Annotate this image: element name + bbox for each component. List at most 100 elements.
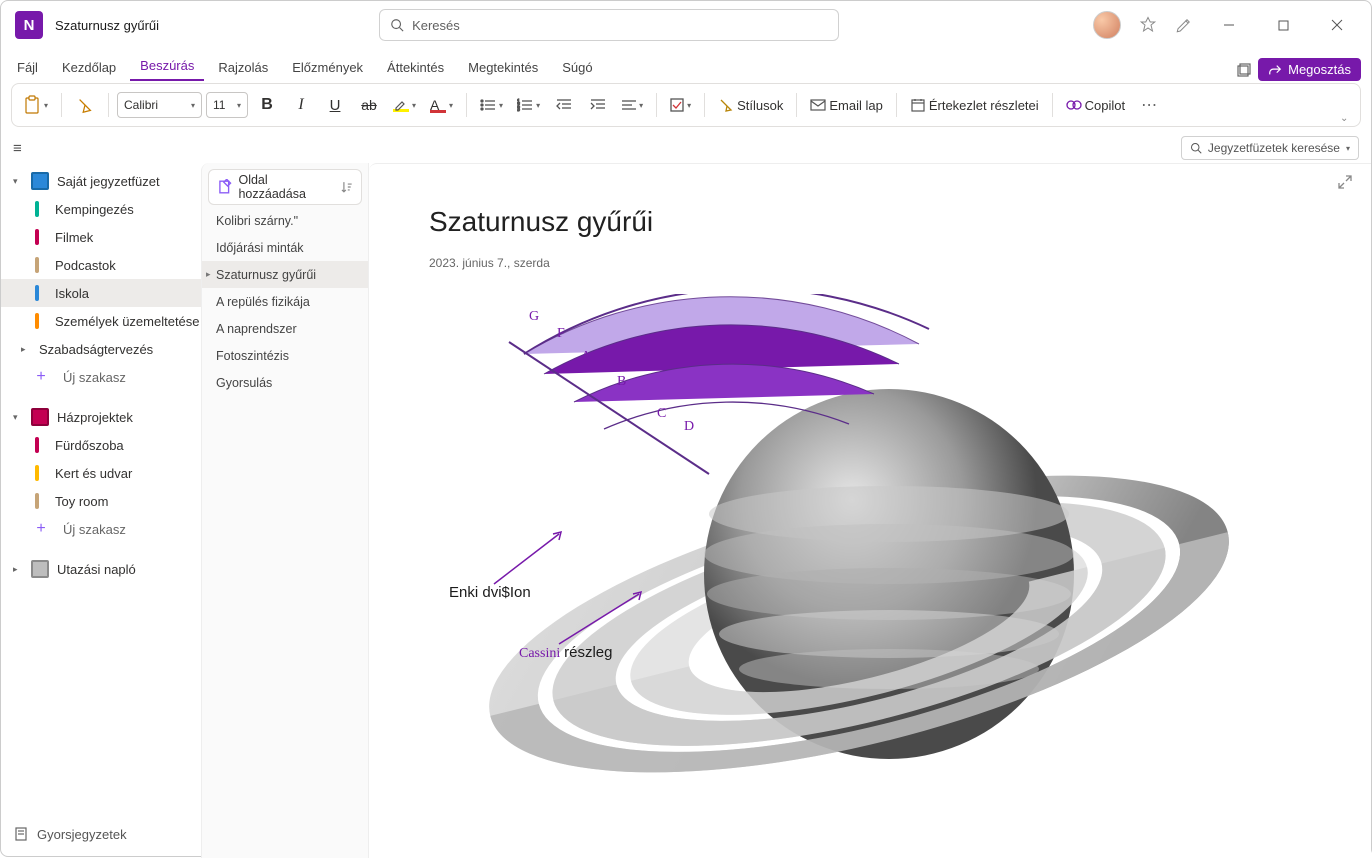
- email-label: Email lap: [829, 98, 882, 113]
- font-size-select[interactable]: 11▾: [206, 92, 248, 118]
- annotation-cassini-text: részleg: [564, 644, 612, 661]
- section-label: Fürdőszoba: [55, 438, 124, 453]
- tab-insert[interactable]: Beszúrás: [130, 54, 204, 81]
- section-item[interactable]: Toy room: [1, 487, 201, 515]
- page-item[interactable]: Időjárási minták: [202, 234, 368, 261]
- ring-label-f: F: [557, 326, 565, 342]
- nav-toggle-icon[interactable]: ≡: [13, 140, 22, 157]
- tab-home[interactable]: Kezdőlap: [52, 56, 126, 81]
- numbering-button[interactable]: 123▾: [512, 90, 545, 120]
- doc-title: Szaturnusz gyűrűi: [55, 18, 159, 33]
- highlight-color-button[interactable]: ▾: [388, 90, 421, 120]
- tab-review[interactable]: Áttekintés: [377, 56, 454, 81]
- ring-label-a: A: [581, 349, 591, 365]
- window-close[interactable]: [1319, 7, 1355, 43]
- font-name-select[interactable]: Calibri▾: [117, 92, 202, 118]
- app-icon: N: [15, 11, 43, 39]
- search-box[interactable]: Keresés: [379, 9, 839, 41]
- notebook-label: Saját jegyzetfüzet: [57, 174, 160, 189]
- section-group-item[interactable]: ▸Szabadságtervezés: [1, 335, 201, 363]
- chevron-down-icon: ▾: [13, 176, 23, 187]
- outdent-button[interactable]: [549, 90, 579, 120]
- notebook-item[interactable]: ▾ Házprojektek: [1, 403, 201, 431]
- meeting-label: Értekezlet részletei: [929, 98, 1039, 113]
- notebook-item[interactable]: ▸ Utazási napló: [1, 555, 201, 583]
- align-button[interactable]: ▾: [617, 90, 648, 120]
- section-label: Iskola: [55, 286, 89, 301]
- section-item[interactable]: Podcastok: [1, 251, 201, 279]
- format-painter-button[interactable]: [70, 90, 100, 120]
- font-color-button[interactable]: A▾: [425, 90, 458, 120]
- italic-button[interactable]: I: [286, 90, 316, 120]
- copilot-button[interactable]: Copilot: [1061, 90, 1130, 120]
- premium-icon[interactable]: [1139, 16, 1157, 34]
- window-maximize[interactable]: [1265, 7, 1301, 43]
- bold-button[interactable]: B: [252, 90, 282, 120]
- new-section-label: Új szakasz: [63, 370, 126, 385]
- ring-label-c: C: [657, 406, 666, 422]
- sort-icon[interactable]: [341, 180, 353, 194]
- search-placeholder: Keresés: [412, 18, 460, 33]
- page-item[interactable]: ▸Szaturnusz gyűrűi: [202, 261, 368, 288]
- tab-file[interactable]: Fájl: [7, 56, 48, 81]
- page-label: Kolibri szárny.": [216, 214, 298, 228]
- quick-notes-icon: [13, 826, 29, 842]
- page-item[interactable]: Gyorsulás: [202, 369, 368, 396]
- note-date: 2023. június 7., szerda: [429, 256, 550, 270]
- page-label: Fotoszintézis: [216, 349, 289, 363]
- new-section-button[interactable]: +Új szakasz: [1, 515, 201, 543]
- share-label: Megosztás: [1288, 62, 1351, 77]
- email-page-button[interactable]: Email lap: [805, 90, 887, 120]
- tab-draw[interactable]: Rajzolás: [208, 56, 278, 81]
- section-label: Toy room: [55, 494, 108, 509]
- new-section-button[interactable]: + Új szakasz: [1, 363, 201, 391]
- underline-button[interactable]: U: [320, 90, 350, 120]
- plus-icon: +: [35, 520, 47, 538]
- todo-tag-button[interactable]: ▾: [665, 90, 696, 120]
- chevron-down-icon: ▾: [13, 412, 23, 423]
- page-item[interactable]: Fotoszintézis: [202, 342, 368, 369]
- add-page-button[interactable]: Oldal hozzáadása: [208, 169, 362, 205]
- open-window-icon[interactable]: [1236, 62, 1252, 78]
- section-item[interactable]: Kert és udvar: [1, 459, 201, 487]
- annotation-cassini-script: Cassini: [519, 646, 560, 661]
- notebook-item[interactable]: ▾ Saját jegyzetfüzet: [1, 167, 201, 195]
- page-label: A naprendszer: [216, 322, 297, 336]
- share-button[interactable]: Megosztás: [1258, 58, 1361, 81]
- plus-icon: +: [35, 368, 47, 386]
- tab-history[interactable]: Előzmények: [282, 56, 373, 81]
- expand-icon[interactable]: [1337, 174, 1353, 190]
- chevron-right-icon: ▸: [13, 564, 23, 575]
- user-avatar[interactable]: [1093, 11, 1121, 39]
- section-item[interactable]: Kempingezés: [1, 195, 201, 223]
- ribbon-expand-icon[interactable]: ⌄: [1340, 113, 1354, 124]
- quick-notes-button[interactable]: Gyorsjegyzetek: [13, 826, 127, 842]
- notebook-search[interactable]: Jegyzetfüzetek keresése ▾: [1181, 136, 1359, 160]
- bullets-button[interactable]: ▾: [475, 90, 508, 120]
- strikethrough-button[interactable]: ab: [354, 90, 384, 120]
- copilot-icon: [1066, 97, 1082, 113]
- more-button[interactable]: ⋯: [1134, 90, 1164, 120]
- tab-help[interactable]: Súgó: [552, 56, 602, 81]
- tab-view[interactable]: Megtekintés: [458, 56, 548, 81]
- indent-button[interactable]: [583, 90, 613, 120]
- note-title[interactable]: Szaturnusz gyűrűi: [429, 206, 653, 238]
- section-item[interactable]: Fürdőszoba: [1, 431, 201, 459]
- paste-button[interactable]: ▾: [18, 90, 53, 120]
- meeting-details-button[interactable]: Értekezlet részletei: [905, 90, 1044, 120]
- note-canvas[interactable]: G F A B C D Enki dvi$Ion Cassini részleg: [429, 294, 1249, 824]
- window-minimize[interactable]: [1211, 7, 1247, 43]
- styles-button[interactable]: Stílusok: [713, 90, 788, 120]
- section-group-label: Szabadságtervezés: [39, 342, 153, 357]
- page-item[interactable]: Kolibri szárny.": [202, 207, 368, 234]
- quick-notes-label: Gyorsjegyzetek: [37, 827, 127, 842]
- section-item[interactable]: Iskola: [1, 279, 201, 307]
- section-item[interactable]: Filmek: [1, 223, 201, 251]
- chevron-right-icon: ▸: [206, 269, 216, 280]
- add-page-icon: [217, 179, 232, 195]
- page-item[interactable]: A naprendszer: [202, 315, 368, 342]
- notebook-icon: [31, 408, 49, 426]
- pen-mode-icon[interactable]: [1175, 16, 1193, 34]
- page-item[interactable]: A repülés fizikája: [202, 288, 368, 315]
- section-item[interactable]: Személyek üzemeltetése: [1, 307, 201, 335]
